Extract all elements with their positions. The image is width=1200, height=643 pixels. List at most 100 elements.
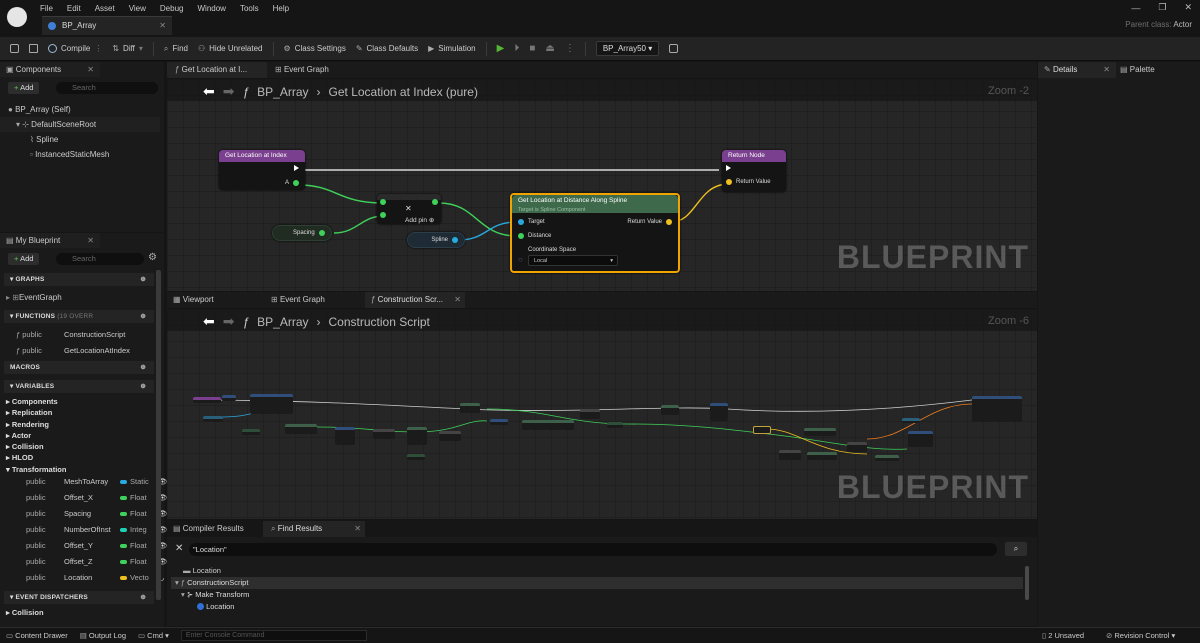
- event-dispatchers-header[interactable]: ▾ EVENT DISPATCHERS ⊕: [4, 591, 154, 604]
- console-command-input[interactable]: Enter Console Command: [180, 630, 367, 641]
- browse-icon[interactable]: [29, 44, 38, 53]
- graph-node[interactable]: [779, 450, 801, 460]
- graph-node[interactable]: [490, 419, 508, 425]
- graph-node[interactable]: [661, 405, 679, 415]
- node-return[interactable]: Return Node Return Value: [722, 150, 786, 192]
- find-button[interactable]: ⌕ Find: [164, 44, 188, 54]
- pin-a[interactable]: A: [285, 180, 299, 186]
- variable-mesh-to-array[interactable]: public MeshToArray Static 👁︎: [0, 474, 168, 490]
- graph-node[interactable]: [908, 431, 933, 447]
- dispatcher-category-collision[interactable]: ▸ Collision: [6, 608, 44, 617]
- class-defaults-button[interactable]: ✎ Class Defaults: [356, 44, 418, 53]
- cmd-dropdown[interactable]: ▭ Cmd ▾: [138, 631, 169, 640]
- tab-viewport[interactable]: ▦ Viewport: [171, 292, 214, 308]
- menu-edit[interactable]: Edit: [67, 4, 81, 13]
- close-tab-icon[interactable]: ✕: [159, 17, 166, 35]
- graph-node[interactable]: [522, 420, 574, 430]
- unsaved-indicator[interactable]: ▯ 2 Unsaved: [1042, 631, 1084, 640]
- my-blueprint-tab[interactable]: ▤ My Blueprint ✕: [0, 233, 100, 248]
- category-hlod[interactable]: ▸ HLOD: [6, 452, 66, 463]
- add-input-b[interactable]: [380, 212, 386, 218]
- graph-node[interactable]: [753, 426, 771, 434]
- debug-object-dropdown[interactable]: BP_Array50 ▾: [595, 41, 660, 56]
- graph-node[interactable]: [250, 394, 293, 414]
- menu-debug[interactable]: Debug: [160, 4, 184, 13]
- parent-class-link[interactable]: Actor: [1173, 20, 1192, 29]
- clear-search-icon[interactable]: ✕: [175, 543, 183, 554]
- graph-node[interactable]: [373, 429, 395, 439]
- add-input-a[interactable]: [380, 199, 386, 205]
- save-icon[interactable]: [10, 44, 19, 53]
- tab-compiler-results[interactable]: ▤ Compiler Results: [171, 521, 244, 537]
- pin-spline[interactable]: Spline: [431, 237, 458, 243]
- components-tab[interactable]: ▣ Components ✕: [0, 62, 100, 77]
- add-function-icon[interactable]: ⊕: [140, 310, 146, 323]
- add-graph-icon[interactable]: ⊕: [140, 273, 146, 286]
- close-tab-icon[interactable]: ✕: [354, 521, 361, 537]
- tab-find-results[interactable]: ⌕ Find Results ✕: [263, 521, 365, 537]
- result-location-variable[interactable]: ▬ Location: [183, 566, 221, 575]
- add-output[interactable]: [432, 199, 438, 205]
- add-pin-button[interactable]: Add pin ⊕: [405, 216, 434, 224]
- components-search-input[interactable]: Search: [56, 82, 158, 94]
- graph-node[interactable]: [242, 429, 260, 435]
- function-construction-script[interactable]: ƒ public ConstructionScript: [0, 327, 125, 343]
- menu-asset[interactable]: Asset: [95, 4, 115, 13]
- graph-node[interactable]: [710, 403, 728, 421]
- content-drawer-button[interactable]: ▭ Content Drawer: [6, 631, 68, 640]
- variable-location[interactable]: public Location Vecto ◡: [0, 570, 168, 586]
- debug-browse-icon[interactable]: [669, 44, 679, 53]
- graph-event-graph[interactable]: ▸ ⊞EventGraph: [6, 290, 62, 305]
- graph-node[interactable]: [285, 424, 317, 434]
- result-location-pin[interactable]: Location: [197, 602, 234, 611]
- result-make-transform[interactable]: ▾ ⊱ Make Transform: [181, 590, 249, 599]
- add-component-button[interactable]: Add: [8, 82, 40, 94]
- component-self[interactable]: ● BP_Array (Self): [8, 102, 71, 117]
- tab-construction-script[interactable]: ƒ Construction Scr... ✕: [365, 292, 465, 308]
- category-actor[interactable]: ▸ Actor: [6, 430, 66, 441]
- class-settings-button[interactable]: ⚙ Class Settings: [284, 44, 346, 53]
- node-spawn-instances[interactable]: [972, 396, 1022, 422]
- tab-details[interactable]: ✎ Details ✕: [1038, 62, 1116, 78]
- minimize-icon[interactable]: —: [1131, 3, 1140, 13]
- variable-spacing[interactable]: public Spacing Float 👁︎: [0, 506, 168, 522]
- coordinate-space-dropdown[interactable]: Local ▾: [528, 255, 618, 266]
- graph-node[interactable]: [807, 452, 837, 460]
- tab-event-graph[interactable]: ⊞ Event Graph: [271, 62, 329, 78]
- category-replication[interactable]: ▸ Replication: [6, 407, 66, 418]
- graph-node[interactable]: [407, 427, 427, 445]
- scrollbar[interactable]: [1025, 566, 1029, 600]
- find-search-input[interactable]: "Location": [189, 543, 997, 556]
- graph-node[interactable]: [335, 427, 355, 445]
- gear-icon[interactable]: ⚙: [148, 252, 157, 263]
- top-graph-canvas[interactable]: ⬅ ➡ ƒ BP_Array › Get Location at Index (…: [167, 79, 1037, 291]
- graph-node[interactable]: [203, 416, 223, 422]
- close-window-icon[interactable]: ✕: [1184, 2, 1192, 13]
- stop-icon[interactable]: ■: [529, 43, 535, 54]
- graph-node[interactable]: [804, 428, 836, 436]
- variable-offset-y[interactable]: public Offset_Y Float 👁︎: [0, 538, 168, 554]
- node-get-spacing[interactable]: Spacing: [272, 225, 332, 241]
- graph-node[interactable]: [580, 409, 600, 419]
- pin-spacing[interactable]: Spacing: [293, 230, 325, 236]
- graph-node[interactable]: [460, 403, 480, 413]
- eject-icon[interactable]: ⏏: [545, 43, 554, 54]
- my-blueprint-search-input[interactable]: Search: [56, 253, 144, 265]
- menu-help[interactable]: Help: [273, 4, 289, 13]
- component-instanced-static-mesh[interactable]: ▫ InstancedStaticMesh: [30, 147, 109, 162]
- find-in-all-blueprints-button[interactable]: ⌕: [1005, 542, 1027, 556]
- scrollbar[interactable]: [156, 270, 161, 600]
- bottom-graph-canvas[interactable]: ⬅ ➡ ƒ BP_Array › Construction Script Zoo…: [167, 309, 1037, 519]
- tab-palette[interactable]: ▤ Palette: [1120, 62, 1155, 78]
- exec-in-pin[interactable]: [726, 165, 731, 171]
- simulation-button[interactable]: ▶ Simulation: [428, 44, 476, 53]
- node-function-entry[interactable]: Get Location at Index A: [219, 150, 305, 190]
- node-construction-entry[interactable]: [193, 397, 221, 403]
- functions-header[interactable]: ▾ FUNCTIONS (19 OVERR ⊕: [4, 310, 154, 323]
- component-default-scene-root[interactable]: ▾ ⊹ DefaultSceneRoot: [0, 117, 160, 132]
- node-get-spline[interactable]: Spline: [407, 232, 465, 248]
- close-tab-icon[interactable]: ✕: [87, 62, 94, 77]
- variable-number-of-instances[interactable]: public NumberOfInst Integ 👁︎: [0, 522, 168, 538]
- hide-unrelated-button[interactable]: ⚇ Hide Unrelated: [198, 44, 263, 53]
- graph-node[interactable]: [222, 395, 236, 401]
